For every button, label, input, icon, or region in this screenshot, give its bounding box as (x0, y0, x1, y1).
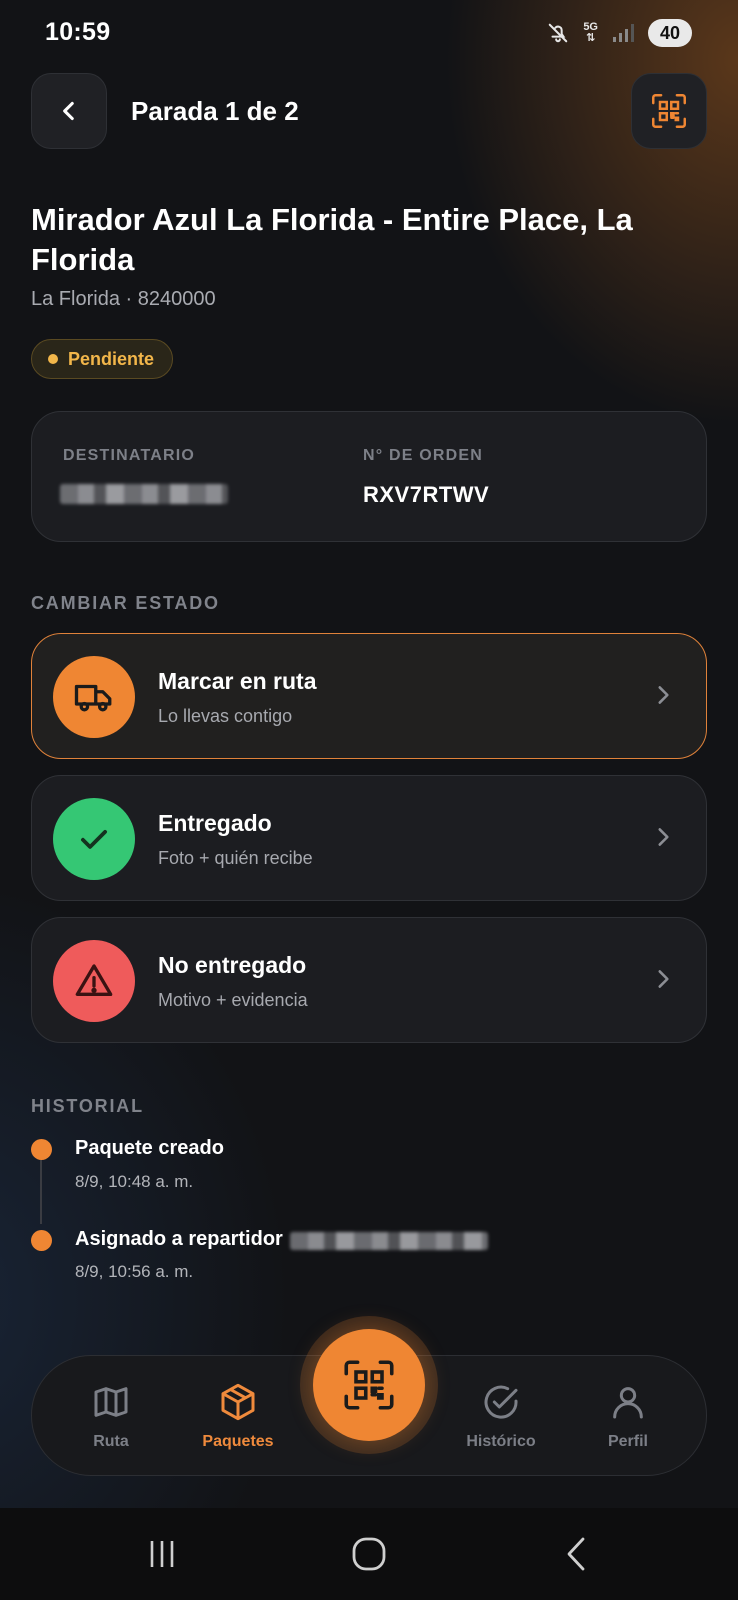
status-badge-label: Pendiente (68, 348, 155, 369)
action-title: Entregado (158, 810, 272, 836)
change-status-heading: CAMBIAR ESTADO (31, 593, 220, 613)
package-icon (221, 1383, 255, 1421)
warning-triangle-icon (53, 940, 135, 1022)
action-title: No entregado (158, 952, 307, 978)
network-5g-icon: 5G ⇅ (583, 21, 598, 44)
stop-name: Mirador Azul La Florida - Entire Place, … (31, 202, 633, 277)
stop-subtitle: La Florida · 8240000 (31, 288, 216, 310)
recipient-value-redacted (60, 484, 228, 504)
chevron-right-icon (658, 686, 669, 704)
driver-name-redacted (290, 1232, 488, 1250)
nav-historico[interactable]: Histórico (446, 1382, 556, 1451)
mark-not-delivered-button[interactable]: No entregado Motivo + evidencia (31, 917, 707, 1043)
qr-code-icon (652, 94, 686, 128)
nav-label: Histórico (466, 1433, 536, 1450)
mark-in-route-button[interactable]: Marcar en ruta Lo llevas contigo (31, 633, 707, 759)
truck-icon (53, 656, 135, 738)
nav-ruta[interactable]: Ruta (56, 1382, 166, 1451)
system-navigation-bar (0, 1508, 738, 1600)
mark-delivered-button[interactable]: Entregado Foto + quién recibe (31, 775, 707, 901)
history-heading: HISTORIAL (31, 1096, 144, 1116)
home-icon[interactable] (351, 1536, 387, 1572)
nav-label: Perfil (607, 1433, 648, 1450)
status-dot (48, 354, 58, 364)
timeline-dot (31, 1230, 52, 1251)
action-subtitle: Motivo + evidencia (158, 990, 308, 1010)
action-subtitle: Lo llevas contigo (158, 706, 293, 726)
timeline-event-time: 8/9, 10:56 a. m. (75, 1262, 194, 1281)
chevron-right-icon (658, 828, 669, 846)
status-badge: Pendiente (31, 339, 174, 379)
qr-code-icon (344, 1360, 394, 1410)
action-subtitle: Foto + quién recibe (158, 848, 313, 868)
qr-scan-button[interactable] (631, 73, 707, 149)
chevron-right-icon (658, 970, 669, 988)
checkmark-icon (53, 798, 135, 880)
map-icon (94, 1387, 128, 1417)
timeline-event-title: Paquete creado (75, 1137, 224, 1159)
timeline-event-time: 8/9, 10:48 a. m. (75, 1172, 194, 1191)
action-title: Marcar en ruta (158, 668, 317, 694)
recent-apps-icon[interactable] (146, 1538, 178, 1570)
timeline-dot (31, 1139, 52, 1160)
chevron-left-icon (63, 101, 74, 121)
system-back-icon[interactable] (561, 1536, 593, 1572)
timeline-event-title: Asignado a repartidor (75, 1228, 283, 1250)
scan-fab-button[interactable] (313, 1329, 425, 1441)
status-icons: 5G ⇅ 40 (547, 18, 692, 48)
timeline-line (40, 1160, 42, 1224)
mute-icon (549, 23, 568, 43)
check-circle-icon (484, 1385, 518, 1419)
recipient-label: DESTINATARIO (63, 447, 196, 464)
nav-paquetes[interactable]: Paquetes (183, 1382, 293, 1451)
nav-perfil[interactable]: Perfil (573, 1382, 683, 1451)
user-icon (613, 1387, 643, 1419)
signal-icon (613, 24, 634, 42)
battery-indicator: 40 (648, 19, 692, 47)
order-number-value: RXV7RTWV (363, 482, 490, 507)
page-title: Parada 1 de 2 (131, 96, 299, 126)
back-button[interactable] (31, 73, 107, 149)
nav-label: Paquetes (202, 1433, 274, 1450)
status-time: 10:59 (45, 18, 111, 46)
order-number-label: N° DE ORDEN (363, 447, 484, 464)
order-info-card: DESTINATARIO N° DE ORDEN RXV7RTWV (31, 411, 707, 542)
nav-label: Ruta (93, 1433, 129, 1450)
